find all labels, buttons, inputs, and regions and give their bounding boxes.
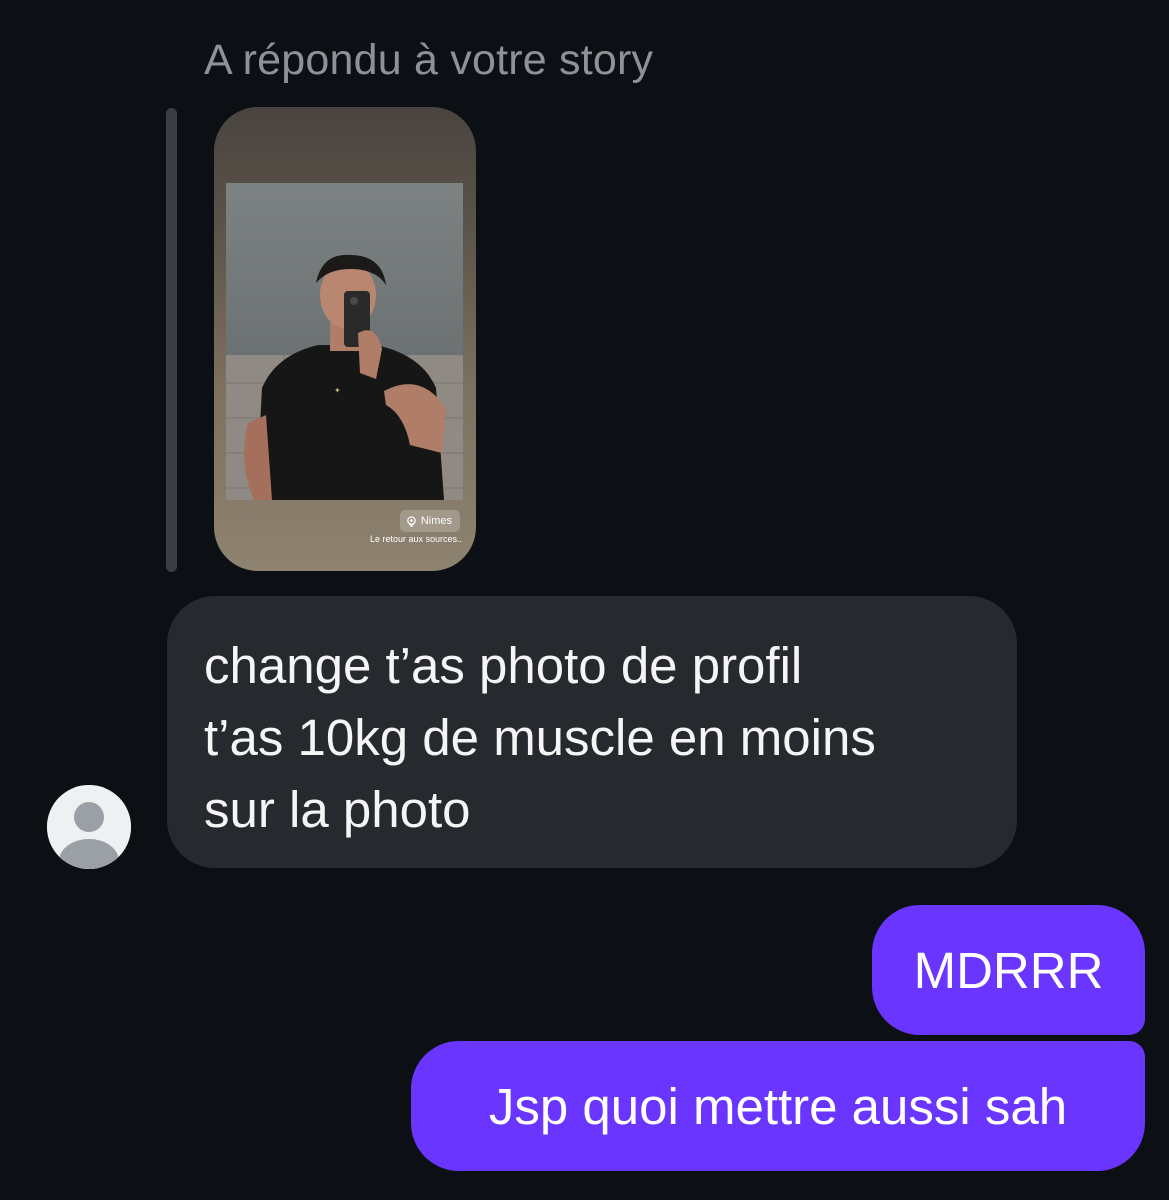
sender-avatar[interactable] (47, 785, 131, 869)
incoming-message-line-2: t’as 10kg de muscle en moins (204, 709, 876, 766)
outgoing-message-bubble[interactable]: MDRRR (872, 905, 1145, 1035)
reply-indicator-bar (166, 108, 177, 572)
story-overlay-text: Le retour aux sources.. (369, 534, 462, 544)
incoming-message-bubble[interactable]: change t’as photo de profil t’as 10kg de… (167, 596, 1017, 868)
incoming-message-line-1: change t’as photo de profil (204, 637, 803, 694)
map-pin-icon (407, 515, 416, 527)
story-photo: ✦ (226, 183, 463, 500)
story-preview[interactable]: ✦ Nimes Le retour aux sources.. (214, 107, 476, 571)
svg-text:✦: ✦ (334, 386, 341, 395)
chat-screen: A répondu à votre story ✦ Nimes Le retou… (0, 0, 1169, 1200)
story-reply-caption: A répondu à votre story (204, 36, 654, 84)
location-label: Nimes (420, 515, 452, 527)
outgoing-message-bubble[interactable]: Jsp quoi mettre aussi sah (411, 1041, 1145, 1171)
location-tag[interactable]: Nimes (399, 510, 460, 532)
mirror-selfie-image: ✦ (226, 183, 463, 500)
default-user-avatar-icon (47, 785, 131, 869)
incoming-message-line-3: sur la photo (204, 781, 471, 838)
